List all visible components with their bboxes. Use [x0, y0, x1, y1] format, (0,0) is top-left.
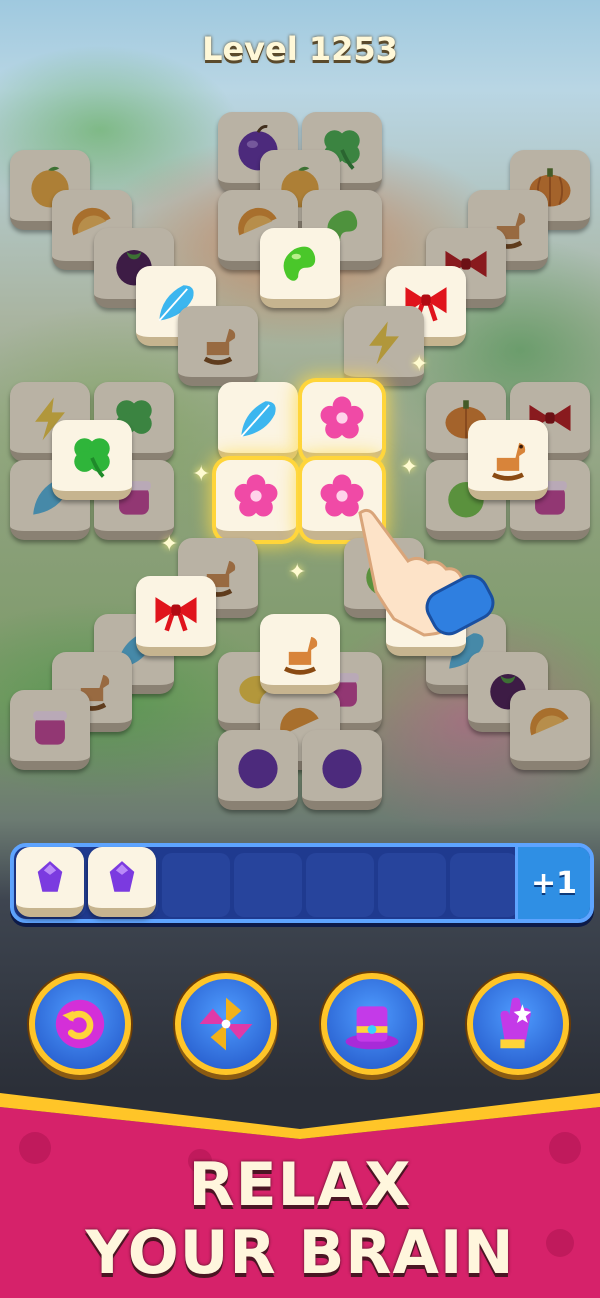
sparkle-icon: ✦: [160, 532, 179, 557]
tile-orange-slice: [510, 690, 590, 770]
banner-headline-line2: YOUR BRAIN: [85, 1218, 515, 1288]
pink-flower-icon: [234, 474, 278, 517]
pink-flower-icon: [320, 396, 364, 439]
feather-icon: [240, 400, 276, 437]
sparkle-icon: ✦: [192, 462, 211, 487]
shuffle-button[interactable]: [175, 973, 277, 1075]
undo-button[interactable]: [29, 973, 131, 1075]
magic-hat-icon: [345, 1006, 399, 1050]
tile-clover[interactable]: [52, 420, 132, 500]
tile-flower-selected[interactable]: [302, 382, 382, 462]
tile-rocking-horse: [178, 306, 258, 386]
magic-glove-button[interactable]: [467, 973, 569, 1075]
tray-slot: [234, 853, 302, 917]
rocking-horse-icon: [284, 636, 318, 675]
sparkle-icon: ✦: [410, 352, 429, 377]
tile-plum: [302, 730, 382, 810]
gem-icon: [109, 860, 135, 892]
banner-headline-line1: RELAX: [188, 1150, 412, 1220]
jam-jar-icon: [33, 710, 67, 745]
tile-rocking-horse[interactable]: [468, 420, 548, 500]
lightning-icon: [369, 320, 399, 364]
tray-slot: [306, 853, 374, 917]
magic-hat-button[interactable]: [321, 973, 423, 1075]
clover-icon: [74, 437, 110, 478]
level-title: Level 1253: [202, 30, 398, 68]
tile-bow[interactable]: [136, 576, 216, 656]
extra-slot-button[interactable]: +1: [515, 847, 590, 919]
bow-icon: [155, 596, 197, 631]
tray-tile-gem: [88, 847, 156, 917]
sparkle-icon: ✦: [400, 455, 419, 480]
plum-icon: [238, 748, 278, 788]
plum-icon: [322, 748, 362, 788]
gem-icon: [37, 860, 63, 892]
tile-flower-selected[interactable]: [216, 460, 296, 540]
tray-tile-gem: [16, 847, 84, 917]
rocking-horse-icon: [492, 442, 526, 481]
sparkle-icon: ✦: [288, 560, 307, 585]
tile-rocking-horse[interactable]: [260, 614, 340, 694]
pinwheel-shuffle-icon: [199, 997, 253, 1051]
tile-tray: +1: [10, 843, 594, 923]
tile-feather[interactable]: [218, 382, 298, 462]
tray-slot: [450, 853, 518, 917]
bean-icon: [283, 246, 316, 281]
tile-plum: [218, 730, 298, 810]
tile-jam: [10, 690, 90, 770]
undo-icon: [55, 999, 105, 1049]
tray-slot: [162, 853, 230, 917]
rocking-horse-icon: [203, 328, 236, 365]
tile-bean[interactable]: [260, 228, 340, 308]
tray-slot: [378, 853, 446, 917]
orange-slice-icon: [530, 707, 569, 735]
magic-glove-icon: [500, 997, 532, 1049]
pointing-hand-icon: [358, 508, 495, 637]
